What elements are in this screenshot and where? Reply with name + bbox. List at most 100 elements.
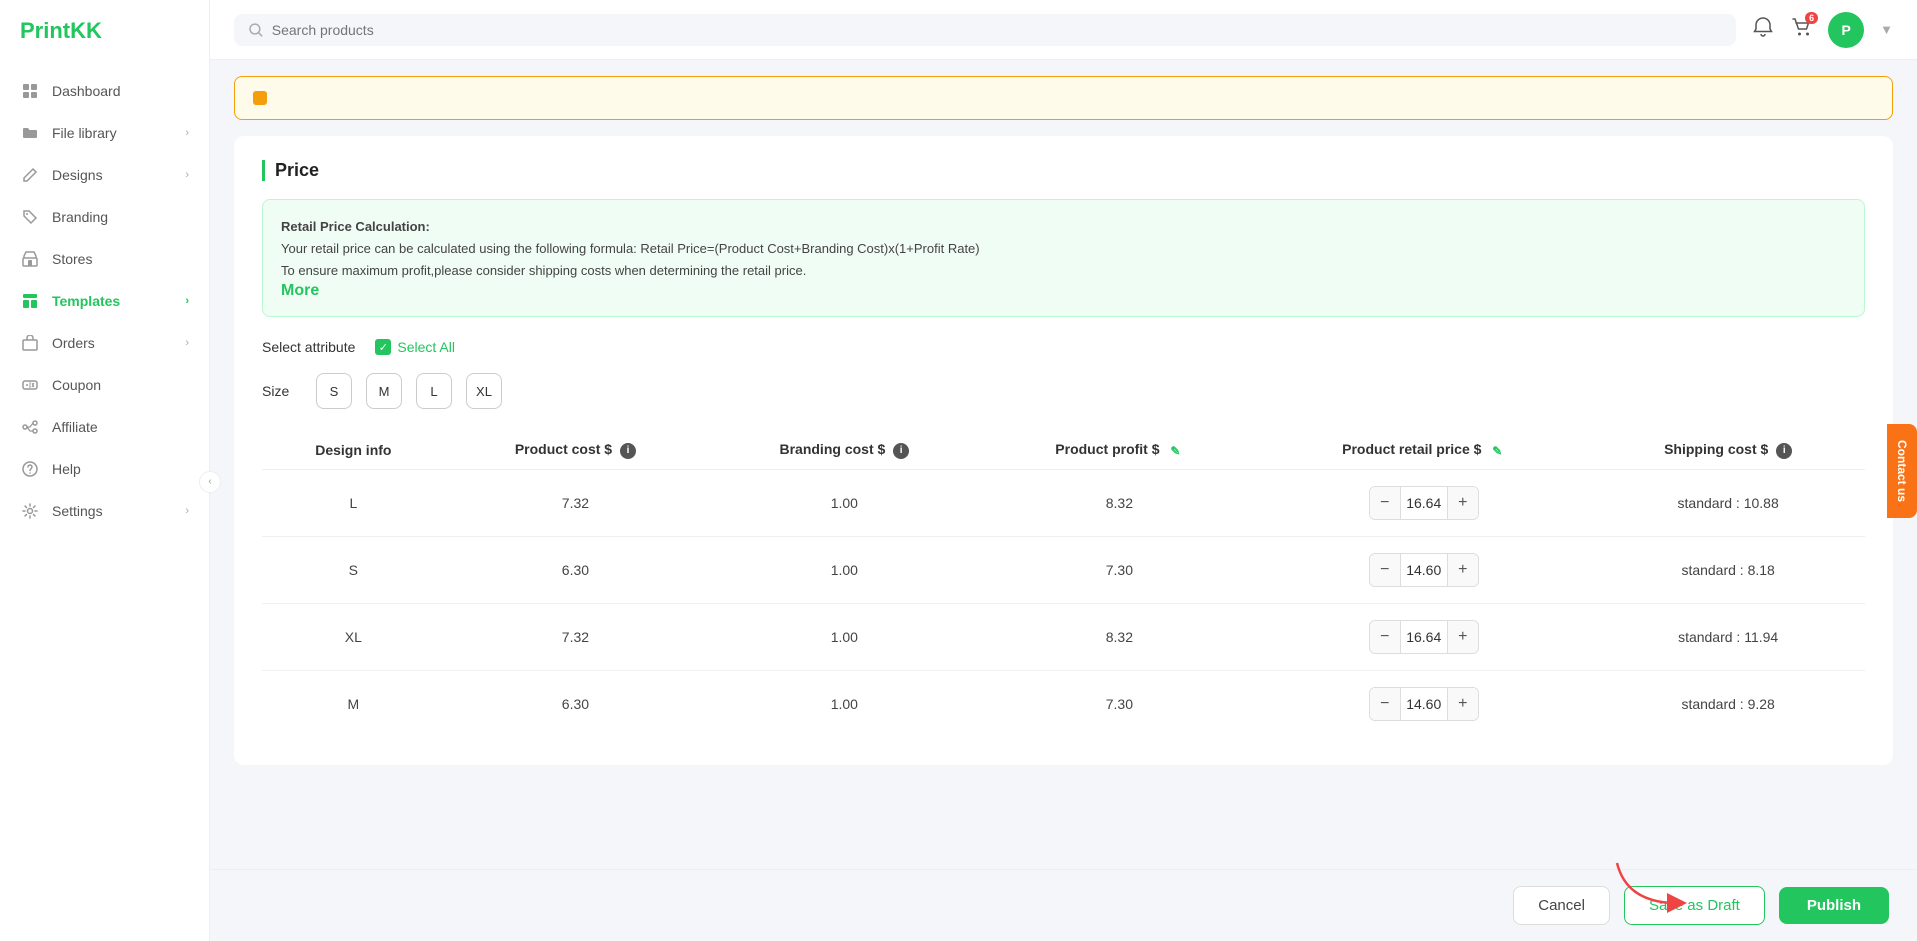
product-profit-edit-icon[interactable]: ✎ [1167, 443, 1183, 459]
size-m-button[interactable]: M [366, 373, 402, 409]
stepper-minus-button[interactable]: − [1370, 487, 1400, 519]
size-s-button[interactable]: S [316, 373, 352, 409]
cell-product-cost: 6.30 [445, 670, 706, 737]
cell-shipping-cost: standard : 11.94 [1591, 603, 1865, 670]
shipping-cost-info-icon[interactable]: i [1776, 443, 1792, 459]
cell-branding-cost: 1.00 [706, 536, 982, 603]
affiliate-icon [20, 417, 40, 437]
sidebar-item-label: Designs [52, 167, 103, 183]
price-section: Price Retail Price Calculation: Your ret… [234, 136, 1893, 765]
pen-icon [20, 165, 40, 185]
sidebar-item-label: Stores [52, 251, 92, 267]
coupon-icon [20, 375, 40, 395]
stepper-plus-button[interactable]: + [1448, 621, 1478, 653]
cancel-button[interactable]: Cancel [1513, 886, 1610, 925]
sidebar-item-label: Branding [52, 209, 108, 225]
sidebar-item-label: Templates [52, 293, 120, 309]
grid-icon [20, 81, 40, 101]
stepper-plus-button[interactable]: + [1448, 688, 1478, 720]
sidebar-item-designs[interactable]: Designs › [0, 154, 209, 196]
col-design-info: Design info [262, 431, 445, 469]
sidebar-item-label: Help [52, 461, 81, 477]
select-all-label: Select All [397, 339, 455, 355]
cell-branding-cost: 1.00 [706, 670, 982, 737]
sidebar-item-label: File library [52, 125, 117, 141]
size-l-button[interactable]: L [416, 373, 452, 409]
search-icon [248, 22, 264, 38]
sidebar-item-label: Affiliate [52, 419, 98, 435]
settings-icon [20, 501, 40, 521]
header: 6 P ▼ [210, 0, 1917, 60]
table-row: L 7.32 1.00 8.32 − 16.64 + standard : 10… [262, 469, 1865, 536]
sidebar-item-coupon[interactable]: Coupon [0, 364, 209, 406]
search-bar [234, 14, 1736, 46]
info-more-link[interactable]: More [281, 282, 319, 299]
stepper-minus-button[interactable]: − [1370, 688, 1400, 720]
layout-icon [20, 291, 40, 311]
cell-shipping-cost: standard : 9.28 [1591, 670, 1865, 737]
size-xl-button[interactable]: XL [466, 373, 502, 409]
sidebar-item-label: Coupon [52, 377, 101, 393]
chevron-right-icon: › [185, 337, 189, 349]
cell-design: L [262, 469, 445, 536]
stepper-minus-button[interactable]: − [1370, 621, 1400, 653]
stepper-minus-button[interactable]: − [1370, 554, 1400, 586]
cell-branding-cost: 1.00 [706, 603, 982, 670]
sidebar-item-file-library[interactable]: File library › [0, 112, 209, 154]
cell-retail-price: − 16.64 + [1256, 603, 1591, 670]
sidebar-item-label: Dashboard [52, 83, 121, 99]
logo: PrintKK [0, 0, 209, 62]
info-line1: Your retail price can be calculated usin… [281, 238, 1846, 260]
contact-us-tab[interactable]: Contact us [1887, 423, 1917, 517]
sidebar-item-branding[interactable]: Branding [0, 196, 209, 238]
logo-text: PrintKK [20, 18, 102, 44]
sidebar-item-affiliate[interactable]: Affiliate [0, 406, 209, 448]
sidebar-item-settings[interactable]: Settings › [0, 490, 209, 532]
sidebar-item-label: Settings [52, 503, 103, 519]
retail-price-edit-icon[interactable]: ✎ [1489, 443, 1505, 459]
avatar: P [1828, 12, 1864, 48]
stepper-plus-button[interactable]: + [1448, 554, 1478, 586]
search-input[interactable] [272, 22, 1722, 38]
chevron-right-icon: › [185, 169, 189, 181]
info-box: Retail Price Calculation: Your retail pr… [262, 199, 1865, 317]
folder-icon [20, 123, 40, 143]
sidebar-item-dashboard[interactable]: Dashboard [0, 70, 209, 112]
branding-cost-info-icon[interactable]: i [893, 443, 909, 459]
col-retail-price: Product retail price $ ✎ [1256, 431, 1591, 469]
footer-bar: Cancel Save as Draft Publish [210, 869, 1917, 941]
cell-product-profit: 7.30 [983, 670, 1257, 737]
size-label: Size [262, 383, 302, 399]
cell-product-profit: 7.30 [983, 536, 1257, 603]
store-icon [20, 249, 40, 269]
col-shipping-cost: Shipping cost $ i [1591, 431, 1865, 469]
tag-icon [20, 207, 40, 227]
cell-product-cost: 7.32 [445, 469, 706, 536]
sidebar-collapse-button[interactable]: ‹ [199, 471, 221, 493]
notification-button[interactable] [1752, 16, 1774, 44]
cell-product-profit: 8.32 [983, 469, 1257, 536]
header-user-menu[interactable]: ▼ [1880, 22, 1893, 37]
bell-icon [1752, 16, 1774, 38]
table-row: S 6.30 1.00 7.30 − 14.60 + standard : 8.… [262, 536, 1865, 603]
chevron-down-icon: ▼ [1880, 22, 1893, 37]
cell-retail-price: − 16.64 + [1256, 469, 1591, 536]
sidebar-item-help[interactable]: Help [0, 448, 209, 490]
cell-shipping-cost: standard : 10.88 [1591, 469, 1865, 536]
col-product-profit: Product profit $ ✎ [983, 431, 1257, 469]
product-cost-info-icon[interactable]: i [620, 443, 636, 459]
stepper-plus-button[interactable]: + [1448, 487, 1478, 519]
sidebar-item-templates[interactable]: Templates › [0, 280, 209, 322]
select-all-checkbox[interactable]: ✓ Select All [375, 339, 455, 355]
chevron-right-icon: › [185, 505, 189, 517]
sidebar-item-stores[interactable]: Stores [0, 238, 209, 280]
publish-button[interactable]: Publish [1779, 887, 1889, 924]
save-draft-button[interactable]: Save as Draft [1624, 886, 1765, 925]
table-row: M 6.30 1.00 7.30 − 14.60 + standard : 9.… [262, 670, 1865, 737]
sidebar-item-label: Orders [52, 335, 95, 351]
cell-product-cost: 6.30 [445, 536, 706, 603]
cell-product-cost: 7.32 [445, 603, 706, 670]
sidebar: PrintKK ‹ Dashboard File library › Desig… [0, 0, 210, 941]
sidebar-item-orders[interactable]: Orders › [0, 322, 209, 364]
cart-button[interactable]: 6 [1790, 16, 1812, 44]
